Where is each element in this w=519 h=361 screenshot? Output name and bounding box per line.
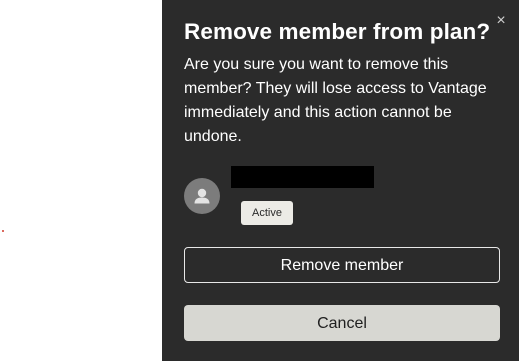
page: × Remove member from plan? Are you sure … <box>0 0 519 361</box>
status-badge: Active <box>241 201 293 225</box>
stray-dot <box>2 230 4 232</box>
user-avatar-icon <box>184 178 220 214</box>
dialog-title: Remove member from plan? <box>184 19 491 44</box>
cancel-button[interactable]: Cancel <box>184 305 500 341</box>
remove-member-button[interactable]: Remove member <box>184 247 500 283</box>
remove-member-dialog: × Remove member from plan? Are you sure … <box>162 0 519 361</box>
member-name-redacted <box>231 166 374 188</box>
dialog-description: Are you sure you want to remove this mem… <box>184 56 487 145</box>
member-row: Active <box>184 165 504 227</box>
close-icon[interactable]: × <box>493 13 509 29</box>
